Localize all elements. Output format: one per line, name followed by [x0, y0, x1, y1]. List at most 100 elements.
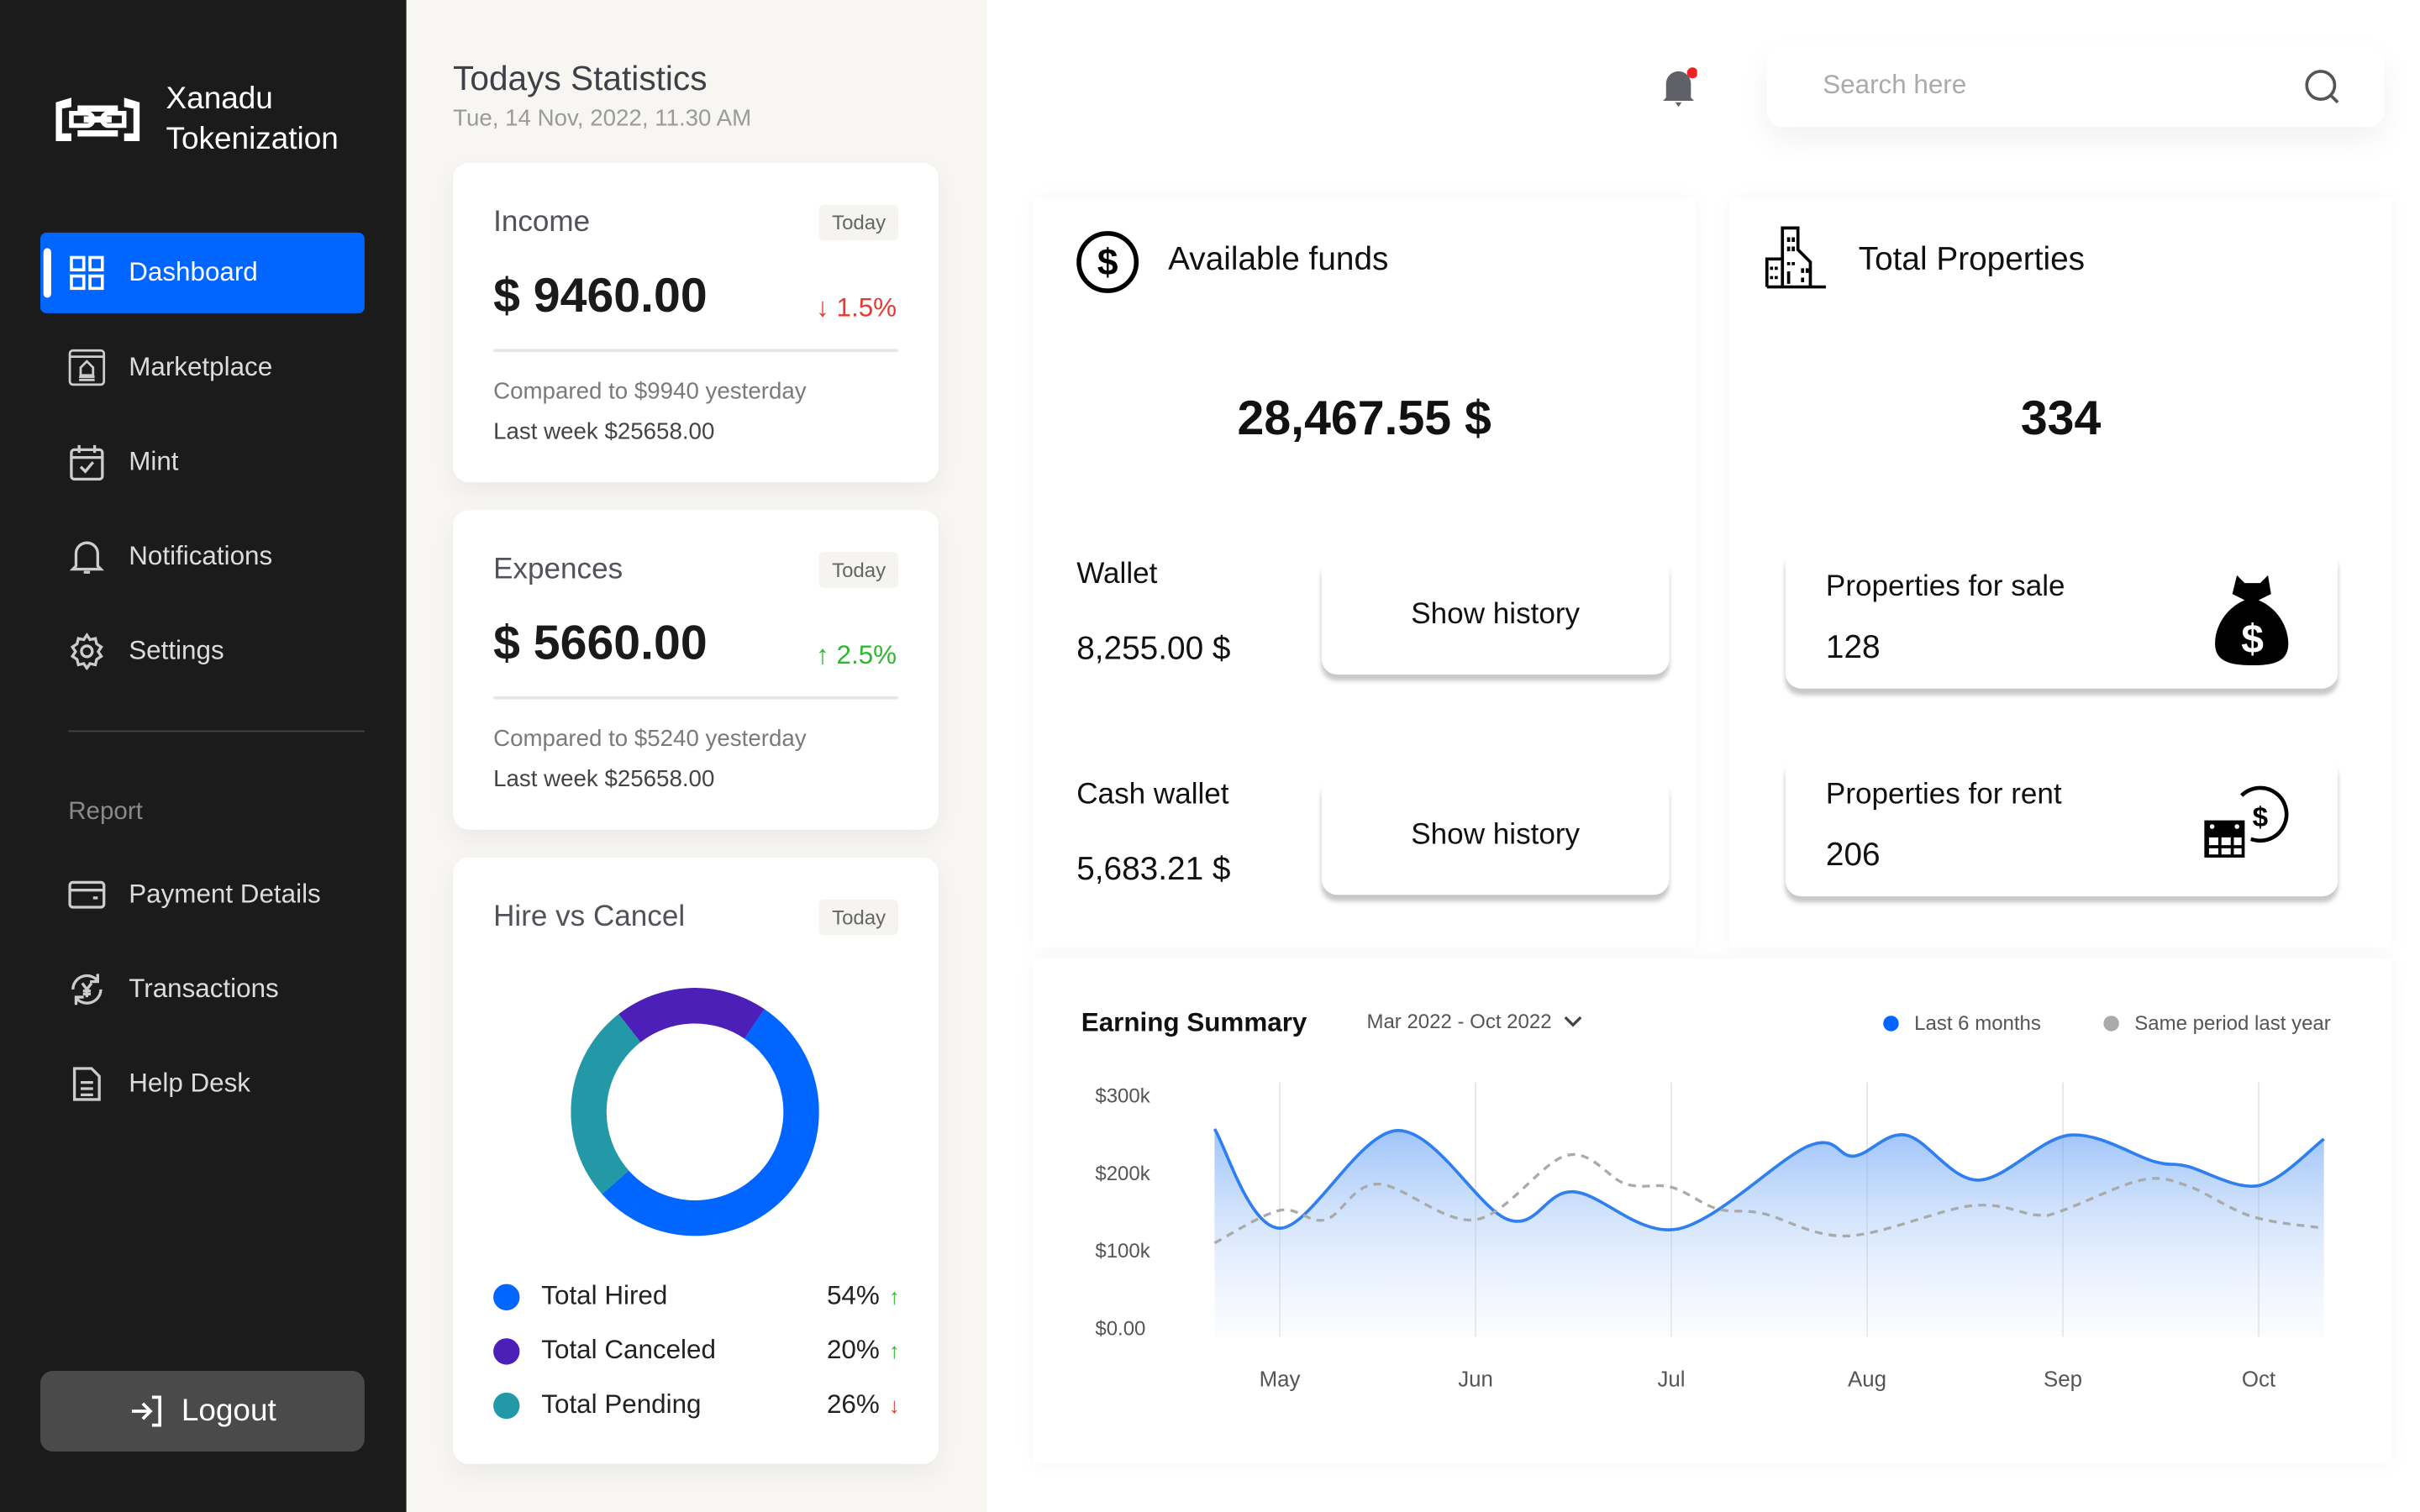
buildings-icon — [1765, 226, 1826, 289]
properties-title: Total Properties — [1858, 241, 2086, 278]
sidebar-item-mint[interactable]: Mint — [40, 422, 365, 502]
expenses-label: Expences — [493, 554, 623, 586]
rent-label: Properties for rent — [1825, 778, 2062, 811]
legend-pct: 26% — [826, 1389, 880, 1420]
expenses-amount: $ 5660.00 — [493, 615, 708, 670]
series-area-0 — [1214, 1128, 2324, 1337]
search-icon[interactable] — [2304, 68, 2341, 105]
search-box[interactable] — [1766, 46, 2385, 128]
grid-icon — [68, 255, 105, 291]
legend-label: Total Hired — [541, 1280, 668, 1310]
x-tick-label: Oct — [2242, 1368, 2275, 1391]
arrow-down-icon: ↓ — [888, 1392, 900, 1418]
login-arrow-icon — [131, 1395, 161, 1427]
expenses-change: ↑ 2.5% — [816, 640, 897, 671]
gear-icon — [68, 633, 105, 670]
sidebar-item-dashboard[interactable]: Dashboard — [39, 232, 365, 313]
hire-donut-chart — [571, 987, 819, 1236]
logout-button[interactable]: Logout — [39, 1370, 365, 1452]
wallet-show-history-button[interactable]: Show history — [1321, 556, 1670, 675]
sidebar-divider — [68, 730, 365, 732]
x-tick-label: Sep — [2044, 1368, 2082, 1391]
expenses-change-value: 2.5% — [836, 640, 897, 670]
y-tick-label: $200k — [1095, 1163, 1150, 1185]
hire-label: Hire vs Cancel — [493, 900, 686, 934]
cash-wallet-value: 5,683.21 $ — [1076, 851, 1231, 887]
calendar-check-icon — [68, 444, 105, 481]
brand-name: Xanadu Tokenization — [166, 79, 339, 160]
dollar-circle-icon: $ — [1076, 231, 1139, 293]
legend-dot — [493, 1337, 520, 1364]
legend-dot — [493, 1283, 520, 1310]
legend-label: Total Pending — [541, 1389, 702, 1420]
funds-title: Available funds — [1168, 241, 1389, 278]
date-range-label: Mar 2022 - Oct 2022 — [1366, 1009, 1552, 1033]
income-label: Income — [493, 206, 591, 239]
income-last-week: Last week $25658.00 — [493, 418, 715, 445]
notification-bell-icon[interactable] — [1660, 66, 1697, 109]
search-input[interactable] — [1819, 68, 2276, 102]
arrow-down-icon: ↓ — [816, 292, 837, 323]
total-properties-card: Total Properties 334 Properties for sale… — [1729, 198, 2392, 948]
income-change-value: 1.5% — [836, 292, 897, 323]
brand-line-2: Tokenization — [166, 122, 339, 157]
x-tick-label: Aug — [1848, 1368, 1886, 1391]
bell-icon — [68, 538, 105, 575]
legend-label: Same period last year — [2134, 1011, 2331, 1035]
logo-icon — [55, 97, 140, 141]
available-funds-card: $ Available funds 28,467.55 $ Wallet 8,2… — [1033, 198, 1696, 948]
legend-total-pending: Total Pending 26% ↓ — [493, 1386, 900, 1423]
legend-dot — [1883, 1015, 1899, 1031]
wallet-label: Wallet — [1076, 558, 1158, 591]
cash-wallet-label: Cash wallet — [1076, 778, 1229, 811]
property-rent-icon: $ — [2204, 785, 2289, 858]
sidebar-item-label: Mint — [129, 446, 179, 476]
sidebar-item-marketplace[interactable]: Marketplace — [40, 328, 365, 408]
legend-label: Last 6 months — [1914, 1011, 2041, 1035]
income-compared: Compared to $9940 yesterday — [493, 378, 807, 405]
rent-value: 206 — [1825, 837, 1881, 874]
logout-label: Logout — [181, 1393, 276, 1428]
chevron-down-icon — [1565, 1015, 1582, 1026]
sidebar-item-help-desk[interactable]: Help Desk — [40, 1043, 365, 1124]
y-tick-label: $100k — [1095, 1240, 1150, 1263]
sidebar-item-label: Marketplace — [129, 352, 273, 382]
earning-summary-card: May Jun Jul Aug Sep Oct $300k $200k $100k $0.00 E… — [1033, 958, 2392, 1464]
divider — [493, 696, 898, 700]
legend-same-period-last-year: Same period last year — [2103, 1011, 2331, 1035]
earning-summary-title: Earning Summary — [1081, 1007, 1307, 1038]
sidebar-item-settings[interactable]: Settings — [40, 611, 365, 691]
sidebar-item-payment-details[interactable]: Payment Details — [40, 854, 365, 935]
storefront-icon — [68, 349, 106, 386]
sidebar-item-label: Payment Details — [129, 879, 321, 909]
cash-wallet-show-history-button[interactable]: Show history — [1321, 776, 1670, 895]
todays-statistics-panel: Todays Statistics Tue, 14 Nov, 2022, 11.… — [406, 0, 987, 1512]
svg-text:$: $ — [2253, 802, 2268, 833]
today-badge: Today — [819, 899, 898, 936]
sidebar-item-notifications[interactable]: Notifications — [40, 517, 365, 597]
legend-dot — [493, 1391, 520, 1419]
hire-vs-cancel-card: Hire vs Cancel Today Total Hired 54% ↑ T… — [453, 857, 939, 1464]
expenses-compared: Compared to $5240 yesterday — [493, 725, 807, 753]
sidebar-item-label: Dashboard — [129, 257, 258, 287]
report-section-label: Report — [68, 798, 143, 826]
legend-total-canceled: Total Canceled 20% ↑ — [493, 1332, 900, 1369]
sidebar-item-transactions[interactable]: Transactions — [40, 949, 365, 1030]
date-range-dropdown[interactable]: Mar 2022 - Oct 2022 — [1366, 1010, 1582, 1033]
sale-value: 128 — [1825, 629, 1881, 665]
funds-total: 28,467.55 $ — [1237, 391, 1491, 445]
properties-for-sale-card[interactable]: Properties for sale 128 $ — [1785, 549, 2338, 689]
properties-total: 334 — [2020, 391, 2102, 445]
properties-for-rent-card[interactable]: Properties for rent 206 $ — [1785, 756, 2338, 897]
sidebar-item-label: Transactions — [129, 974, 279, 1004]
svg-text:$: $ — [1097, 242, 1118, 283]
sidebar-item-label: Notifications — [129, 541, 273, 571]
expenses-card: Expences Today $ 5660.00 ↑ 2.5% Compared… — [453, 510, 939, 830]
today-badge: Today — [819, 204, 898, 241]
legend-pct: 54% — [826, 1280, 880, 1310]
sidebar-item-label: Help Desk — [129, 1068, 251, 1099]
brand-line-1: Xanadu — [166, 81, 273, 117]
legend-label: Total Canceled — [541, 1335, 716, 1365]
y-tick-label: $300k — [1095, 1085, 1150, 1108]
yen-exchange-icon — [68, 971, 105, 1008]
